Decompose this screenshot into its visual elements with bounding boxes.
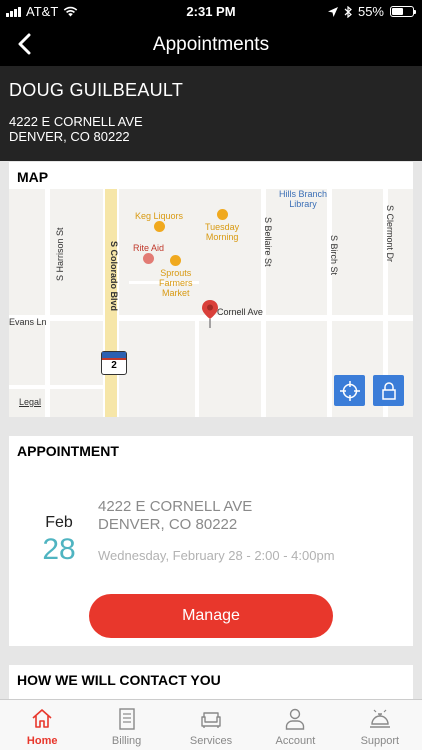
bluetooth-icon: [344, 5, 352, 18]
tab-billing-label: Billing: [111, 735, 142, 747]
tab-bar: Home Billing Services Account Support: [0, 699, 422, 750]
battery-fill: [392, 8, 403, 15]
customer-address: 4222 E CORNELL AVE DENVER, CO 80222: [9, 114, 413, 144]
page-title: Appointments: [152, 34, 270, 55]
map-label-clermont: S Clermont Dr: [385, 205, 395, 263]
road-birch: [327, 189, 332, 417]
customer-header: DOUG GUILBEAULT 4222 E CORNELL AVE DENVE…: [0, 66, 422, 161]
map-card: MAP Hills Branch Library Keg Liquors Tue…: [9, 162, 413, 417]
route-shield: 2: [101, 351, 127, 375]
customer-address-line1: 4222 E CORNELL AVE: [9, 114, 143, 129]
tab-account-label: Account: [275, 735, 316, 747]
map-label-bellaire: S Bellaire St: [263, 217, 273, 267]
map-label-tuesday: Tuesday Morning: [205, 222, 240, 242]
lock-button[interactable]: [373, 375, 404, 406]
appointment-address: 4222 E CORNELL AVE DENVER, CO 80222: [98, 498, 252, 534]
location-arrow-icon: [327, 6, 338, 17]
tab-account[interactable]: Account: [253, 700, 337, 750]
manage-button[interactable]: Manage: [89, 594, 333, 638]
map-label-birch: S Birch St: [329, 235, 339, 276]
crosshair-icon: [339, 380, 360, 401]
route-shield-flag: [102, 352, 126, 360]
grocery-icon: [170, 255, 182, 266]
route-number: 2: [111, 360, 117, 371]
person-icon: [286, 708, 305, 730]
nav-bar: Appointments: [0, 22, 422, 66]
map-poi-keg: Keg Liquors: [135, 211, 183, 234]
sofa-icon: [201, 712, 221, 728]
tab-services-label: Services: [189, 735, 233, 747]
map-label-evans: Evans Ln: [9, 317, 47, 327]
map-poi-sprouts: Sprouts Farmers Market: [159, 255, 193, 298]
map-label-colorado: S Colorado Blvd: [109, 241, 119, 312]
pharmacy-icon: [143, 253, 155, 264]
status-bar: AT&T 2:31 PM 55%: [0, 0, 422, 22]
tab-home-label: Home: [26, 735, 58, 747]
appointment-address-line1: 4222 E CORNELL AVE: [98, 498, 253, 515]
service-bell-icon: [369, 709, 390, 728]
appointment-date: Feb 28: [39, 514, 79, 567]
road-local: [195, 321, 199, 417]
shopping-icon: [216, 209, 228, 220]
road-south: [9, 385, 109, 389]
map-label-sprouts: Sprouts Farmers Market: [159, 268, 193, 298]
appointment-time: Wednesday, February 28 - 2:00 - 4:00pm: [98, 548, 335, 563]
customer-address-line2: DENVER, CO 80222: [9, 129, 130, 144]
tab-home[interactable]: Home: [0, 700, 84, 750]
map-label-library: Hills Branch Library: [279, 189, 328, 209]
map-legal-link[interactable]: Legal: [19, 397, 41, 407]
tab-support[interactable]: Support: [338, 700, 422, 750]
tab-support-label: Support: [360, 735, 400, 747]
map-label-harrison: S Harrison St: [55, 227, 65, 281]
appointment-address-line2: DENVER, CO 80222: [98, 516, 238, 533]
map-poi-tuesday: Tuesday Morning: [205, 209, 239, 242]
home-icon: [32, 709, 52, 728]
appointment-month: Feb: [45, 514, 73, 531]
appointment-title: APPOINTMENT: [17, 443, 119, 459]
status-right: 55%: [327, 4, 416, 19]
contact-title: HOW WE WILL CONTACT YOU: [17, 672, 221, 688]
customer-name: DOUG GUILBEAULT: [9, 80, 184, 100]
road-harrison: [45, 189, 50, 417]
appointment-card: APPOINTMENT Feb 28 4222 E CORNELL AVE DE…: [9, 436, 413, 646]
tab-services[interactable]: Services: [169, 700, 253, 750]
map-label-keg: Keg Liquors: [135, 211, 184, 221]
appointment-day: 28: [42, 533, 76, 566]
map-view[interactable]: Hills Branch Library Keg Liquors Tuesday…: [9, 189, 413, 417]
map-pin-icon[interactable]: [201, 299, 219, 329]
locate-button[interactable]: [334, 375, 365, 406]
battery-icon: [390, 6, 416, 17]
lock-icon: [381, 381, 396, 400]
tab-billing[interactable]: Billing: [84, 700, 168, 750]
liquor-icon: [153, 221, 165, 232]
billing-icon: [118, 708, 135, 730]
map-title: MAP: [17, 169, 49, 185]
map-label-rite-aid: Rite Aid: [133, 243, 165, 253]
battery-percent: 55%: [357, 4, 384, 19]
map-label-cornell: Cornell Ave: [217, 307, 263, 317]
